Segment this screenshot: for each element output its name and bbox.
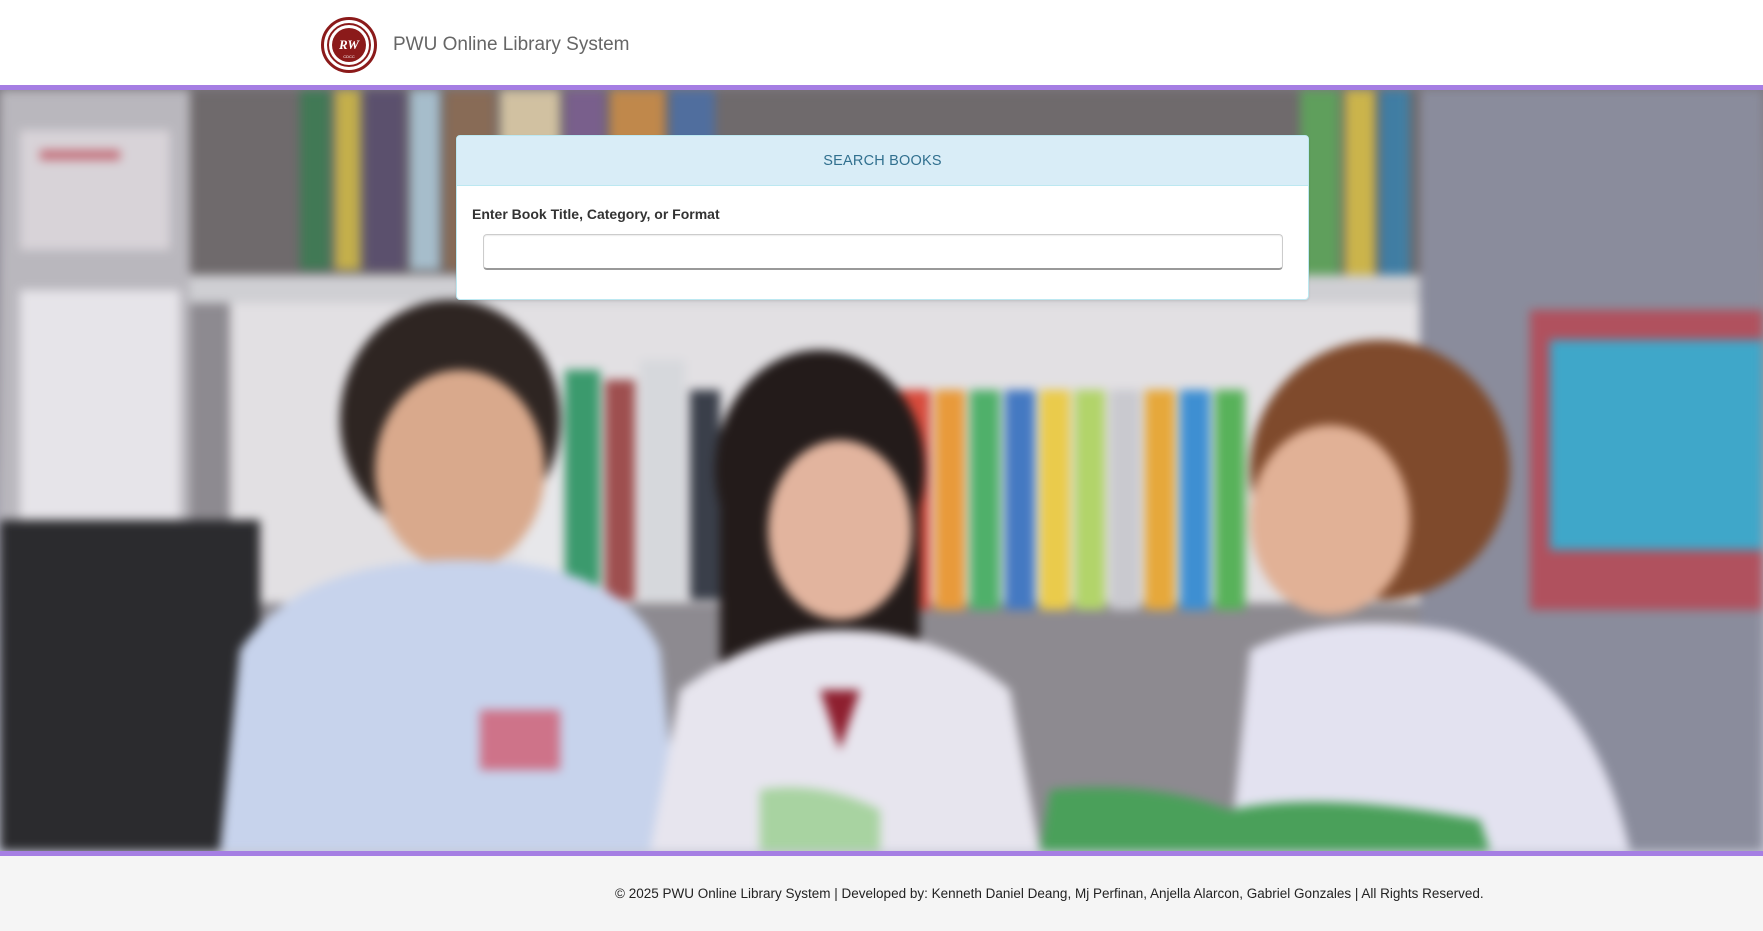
- pwu-logo-icon: RW CDCC: [321, 17, 377, 73]
- search-panel-title: SEARCH BOOKS: [457, 136, 1308, 186]
- search-field-label: Enter Book Title, Category, or Format: [472, 206, 720, 222]
- footer-copyright: © 2025 PWU Online Library System | Devel…: [615, 886, 1484, 901]
- brand-link[interactable]: RW CDCC PWU Online Library System: [321, 17, 630, 73]
- app-title: PWU Online Library System: [393, 34, 630, 55]
- footer: © 2025 PWU Online Library System | Devel…: [0, 856, 1763, 931]
- navbar: RW CDCC PWU Online Library System: [0, 0, 1763, 90]
- search-panel: SEARCH BOOKS Enter Book Title, Category,…: [456, 135, 1309, 300]
- search-input[interactable]: [483, 234, 1283, 270]
- search-panel-body: Enter Book Title, Category, or Format: [457, 186, 1308, 270]
- svg-text:CDCC: CDCC: [343, 54, 355, 59]
- svg-text:RW: RW: [338, 37, 360, 52]
